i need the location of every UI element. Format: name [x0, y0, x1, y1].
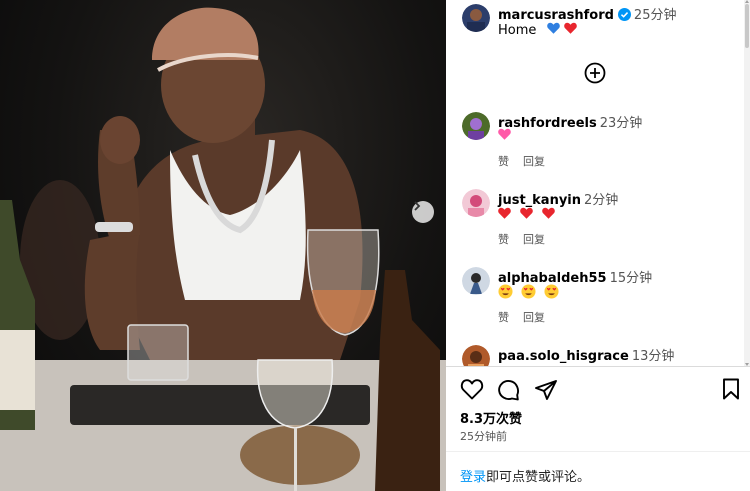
avatar[interactable]	[462, 345, 490, 366]
login-prompt-text: 即可点赞或评论。	[486, 470, 591, 485]
scrollbar-thumb[interactable]	[745, 4, 749, 48]
divider	[446, 366, 750, 367]
comment-username[interactable]: paa.solo_hisgrace	[498, 349, 629, 364]
reply-button[interactable]: 回复	[523, 311, 545, 324]
comment-actions: 赞 回复	[498, 309, 559, 325]
avatar[interactable]	[462, 112, 490, 140]
scrollbar[interactable]	[744, 0, 750, 366]
red-heart-icon	[542, 207, 556, 223]
verified-badge-icon	[617, 8, 631, 25]
post-time: 25分钟	[633, 8, 677, 23]
likes-count[interactable]: 8.3万次赞	[460, 408, 522, 427]
comment-actions: 赞 回复	[498, 153, 559, 169]
add-circle-icon	[584, 62, 606, 88]
comment-header: paa.solo_hisgrace 13分钟	[498, 345, 674, 364]
load-more-comments-button[interactable]	[584, 62, 606, 84]
save-button[interactable]	[722, 378, 740, 404]
reply-button[interactable]: 回复	[523, 233, 545, 246]
bookmark-icon	[722, 378, 740, 404]
login-prompt: 登录即可点赞或评论。	[460, 466, 590, 485]
comment-username[interactable]: just_kanyin	[498, 193, 581, 208]
heart-eyes-emoji-icon	[544, 284, 559, 303]
comment-time: 15分钟	[609, 271, 653, 286]
next-photo-button[interactable]	[412, 201, 434, 223]
red-heart-icon	[520, 207, 533, 223]
comment-text	[498, 128, 511, 144]
comment-time: 2分钟	[584, 193, 619, 208]
avatar[interactable]	[462, 267, 490, 295]
like-comment-button[interactable]: 赞	[498, 155, 509, 168]
post-panel: marcusrashford 25分钟 Home rashfordreels 23分…	[446, 0, 750, 491]
post-photo	[0, 0, 446, 491]
comment-username[interactable]: rashfordreels	[498, 116, 597, 131]
red-heart-icon	[563, 22, 577, 38]
heart-eyes-emoji-icon	[498, 284, 513, 303]
comment-icon	[497, 380, 521, 406]
post-timestamp: 25分钟前	[460, 430, 507, 443]
comment-time: 13分钟	[631, 349, 675, 364]
comment-text	[498, 284, 559, 303]
like-comment-button[interactable]: 赞	[498, 233, 509, 246]
caption-text: Home	[498, 23, 537, 38]
scroll-up-arrow[interactable]	[745, 0, 749, 3]
avatar[interactable]	[462, 4, 490, 32]
heart-icon	[460, 379, 484, 404]
comment-actions: 赞 回复	[498, 231, 559, 247]
login-link[interactable]: 登录	[460, 470, 486, 485]
blue-heart-icon	[546, 22, 560, 38]
like-button[interactable]	[460, 378, 484, 404]
heart-eyes-emoji-icon	[521, 284, 536, 303]
comment-header: just_kanyin 2分钟	[498, 189, 618, 208]
comment-button[interactable]	[497, 378, 521, 406]
share-button[interactable]	[534, 378, 558, 406]
comment-time: 23分钟	[599, 116, 643, 131]
photo-illustration	[0, 7, 446, 491]
comments-scroll: marcusrashford 25分钟 Home rashfordreels 23分…	[446, 0, 750, 366]
share-icon	[534, 380, 558, 406]
comment-header: rashfordreels 23分钟	[498, 112, 642, 131]
author-username[interactable]: marcusrashford	[498, 8, 614, 23]
comment-text	[498, 207, 556, 223]
caption: Home	[498, 22, 577, 38]
reply-button[interactable]: 回复	[523, 155, 545, 168]
red-heart-icon	[498, 207, 511, 223]
pink-heart-icon	[498, 128, 511, 144]
like-comment-button[interactable]: 赞	[498, 311, 509, 324]
avatar[interactable]	[462, 189, 490, 217]
divider	[446, 451, 750, 452]
